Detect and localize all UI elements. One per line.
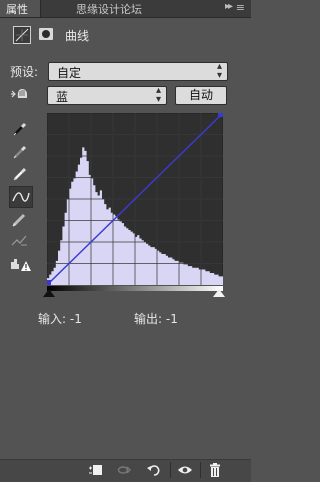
output-readout: 输出: -1 [134,310,178,327]
on-image-adjust-icon[interactable] [9,86,31,105]
curve-point-white[interactable] [218,113,223,117]
clip-to-layer-icon[interactable] [88,463,104,477]
output-label: 输出: [134,312,163,326]
preset-select[interactable]: 自定 ▴ ▾ [48,62,228,81]
watermark-text: 思缘设计论坛 [76,3,142,16]
curves-graph[interactable] [47,113,223,285]
layer-mask-icon[interactable] [38,26,54,42]
toggle-visibility-eye-icon[interactable] [177,463,193,477]
set-black-point-eyedropper-icon[interactable] [9,118,31,138]
preset-select-value: 自定 [57,66,82,80]
curve-point-black[interactable] [47,280,51,285]
bottom-bar-divider [170,462,171,478]
clipping-warning-icon[interactable] [9,255,31,275]
set-gray-point-eyedropper-icon[interactable] [9,141,31,161]
input-label: 输入: [38,312,67,326]
properties-tab[interactable]: 属性 [0,0,41,17]
channel-select-value: 蓝 [56,90,69,104]
collapse-icon[interactable]: ▸▸ [225,1,233,12]
smooth-curve-icon[interactable] [9,231,31,251]
bottom-bar-divider [200,462,201,478]
input-gradient-bar [47,286,223,291]
panel-header-title: 曲线 [65,29,90,43]
reset-icon[interactable] [146,463,162,477]
input-readout: 输入: -1 [38,310,82,327]
auto-button[interactable]: 自动 [175,86,227,105]
select-arrows-icon: ▴ ▾ [155,85,161,105]
white-input-slider[interactable] [213,289,225,297]
draw-curve-pencil-icon[interactable] [9,209,31,229]
preset-label: 预设: [10,65,39,79]
edit-points-curve-tool-icon[interactable] [9,186,33,208]
panel-menu-icon[interactable]: ≡ [236,1,245,14]
view-previous-state-icon[interactable] [117,463,133,477]
properties-tab-label: 属性 [6,3,28,16]
select-arrows-icon: ▴ ▾ [216,61,222,81]
delete-trash-icon[interactable] [207,463,223,477]
output-value: -1 [165,312,178,326]
black-input-slider[interactable] [43,289,55,297]
curves-adjustment-icon[interactable] [13,26,31,44]
set-white-point-eyedropper-icon[interactable] [9,163,31,183]
input-value: -1 [69,312,82,326]
channel-select[interactable]: 蓝 ▴ ▾ [47,86,167,105]
